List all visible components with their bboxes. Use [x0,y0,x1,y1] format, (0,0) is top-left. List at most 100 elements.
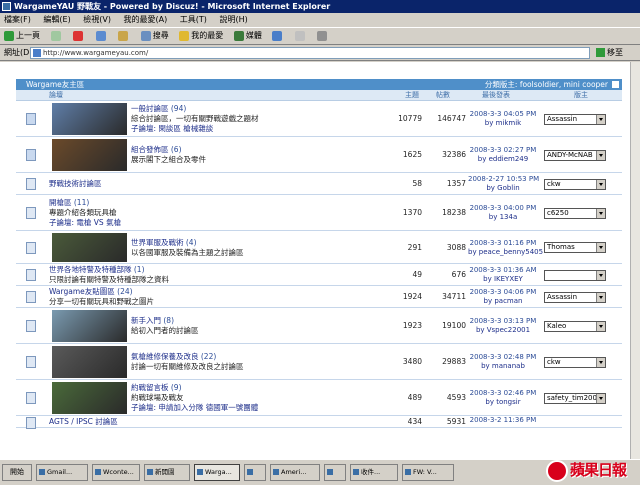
back-arrow-icon [4,30,14,41]
forum-name-link[interactable]: 世界各地特警及特種部隊 [49,265,132,274]
moderator-select[interactable]: Assassin [544,113,606,125]
vertical-scrollbar[interactable] [630,62,640,459]
favorites-button[interactable]: 我的最愛 [179,28,223,44]
menu-file[interactable]: 檔案(F) [4,15,31,24]
taskbar-button[interactable]: Gmail... [36,464,88,481]
last-post-author[interactable]: by tongsir [468,398,538,407]
forum-row: Wargame友貼圖區 (24) 分享一切有關玩具和野戰之圖片 1924 34711 2… [16,286,622,308]
address-input[interactable]: http://www.wargameyau.com/ [30,47,590,59]
taskbar-button[interactable]: 收件... [350,464,398,481]
forward-button[interactable] [50,28,63,44]
refresh-button[interactable] [95,28,108,44]
forum-name-link[interactable]: 開槍區 [49,198,72,207]
media-button[interactable]: 媒體 [233,28,262,44]
forum-name-link[interactable]: 約戰留言板 [131,383,169,392]
forum-name-link[interactable]: 氣槍維修保養及改良 [131,352,199,361]
forum-status-icon [26,149,36,161]
moderator-select[interactable] [544,269,606,281]
forum-name-link[interactable]: 一般討論區 [131,104,169,113]
moderator-selected: Assassin [547,114,578,123]
taskbar-button[interactable]: Warga... [194,464,240,481]
forum-today-count: (8) [161,316,175,325]
moderator-selected: Assassin [547,292,578,301]
forum-info: 新手入門 (8) 給初入門者的討論區 [131,316,199,336]
moderator-select[interactable]: Kaleo [544,320,606,332]
taskbar-button-label: Warga... [205,468,232,476]
last-post-author[interactable]: by IKEYXEY [468,275,538,284]
last-post-author[interactable]: by pacman [468,297,538,306]
back-button[interactable]: 上一頁 [4,28,40,44]
forum-name-link[interactable]: AGTS / IPSC 討論區 [49,417,118,426]
home-button[interactable] [118,28,130,44]
subforum-links[interactable]: 子論壇: 申請加入分隊 德國軍一號團體 [131,403,258,413]
last-post-author[interactable]: by peace_benny5405 [468,248,543,257]
col-topics: 主題 [405,91,419,99]
print-button[interactable] [317,28,329,44]
menu-help[interactable]: 說明(H) [219,15,247,24]
last-post-date[interactable]: 2008-3-3 04:05 PM [468,110,538,119]
chevron-down-icon [596,179,605,189]
forum-category: Wargame友主區 分類版主: foolsoldier, mini coope… [16,79,622,429]
forum-row: 世界軍服及戰術 (4) 以各國軍服及裝備為主題之討論區 291 3088 2008-3-… [16,231,622,264]
taskbar-button[interactable]: Wconte... [92,464,140,481]
subforum-links[interactable]: 子論壇: 電槍 VS 氣槍 [49,218,121,228]
last-post-date[interactable]: 2008-3-2 11:36 PM [468,416,538,425]
moderator-select[interactable]: Thomas [544,242,606,253]
last-post-date[interactable]: 2008-3-3 04:00 PM [468,204,538,213]
category-header: Wargame友主區 分類版主: foolsoldier, mini coope… [16,79,622,90]
taskbar-button[interactable]: FW: V... [402,464,454,481]
collapse-icon[interactable] [612,81,619,88]
taskbar-button[interactable]: 新開園 [144,464,190,481]
last-post-date[interactable]: 2008-3-3 04:06 PM [468,288,538,297]
menu-favorites[interactable]: 我的最愛(A) [124,15,168,24]
last-post-author[interactable]: by Vspec22001 [468,326,538,335]
forum-name-link[interactable]: 新手入門 [131,316,161,325]
forum-name-link[interactable]: Wargame友貼圖區 [49,287,115,296]
last-post-date[interactable]: 2008-3-3 03:13 PM [468,317,538,326]
category-title[interactable]: Wargame友主區 [26,80,84,89]
moderator-select[interactable]: ckw [544,356,606,368]
history-button[interactable] [272,28,284,44]
last-post-date[interactable]: 2008-3-3 02:27 PM [468,146,538,155]
menu-edit[interactable]: 編輯(E) [43,15,70,24]
last-post-date[interactable]: 2008-2-27 10:53 PM [468,175,539,184]
go-button[interactable]: 移至 [596,45,623,61]
taskbar-button[interactable]: Ameri... [270,464,320,481]
search-button[interactable]: 搜尋 [140,28,169,44]
moderator-select[interactable]: Assassin [544,291,606,303]
mail-button[interactable] [294,28,307,44]
last-post-date[interactable]: 2008-3-3 02:48 PM [468,353,538,362]
moderator-select[interactable]: ckw [544,178,606,190]
last-post-author[interactable]: by eddiem249 [468,155,538,164]
last-post-date[interactable]: 2008-3-3 02:46 PM [468,389,538,398]
chevron-down-icon [596,270,605,280]
col-moderators: 版主 [574,91,588,99]
moderator-select[interactable]: c6250 [544,207,606,219]
last-post-author[interactable]: by 134a [468,213,538,222]
last-post-date[interactable]: 2008-3-3 01:36 AM [468,266,538,275]
menu-view[interactable]: 檢視(V) [83,15,111,24]
forum-today-count: (11) [71,198,90,207]
forum-status-icon [26,207,36,219]
taskbar-button[interactable] [324,464,346,481]
menu-tools[interactable]: 工具(T) [180,15,207,24]
forum-row: 開槍區 (11) 專題介紹各類玩具槍 子論壇: 電槍 VS 氣槍 1370 18238 2… [16,195,622,231]
last-post-author[interactable]: by Goblin [468,184,538,193]
start-button[interactable]: 開始 [2,464,32,481]
last-post-author[interactable]: by mananab [468,362,538,371]
last-post-date[interactable]: 2008-3-3 01:16 PM [468,239,538,248]
app-icon [247,469,253,475]
forum-name-link[interactable]: 世界軍服及戰術 [131,238,184,247]
post-count: 1357 [446,179,466,188]
moderator-select[interactable]: safety_tim200 [544,392,606,404]
go-arrow-icon [596,48,605,57]
forum-name-link[interactable]: 野戰技術討論區 [49,179,102,188]
last-post-author[interactable]: by mikmik [468,119,538,128]
moderator-select[interactable]: ANDY-McNAB [544,149,606,161]
stop-button[interactable] [73,28,85,44]
home-icon [118,30,129,41]
subforum-links[interactable]: 子論壇: 閑談區 槍械雜談 [131,124,259,134]
taskbar-button[interactable] [244,464,266,481]
newspaper-watermark: 蘋果日報 [540,457,636,484]
forum-name-link[interactable]: 組合發佈區 [131,145,169,154]
